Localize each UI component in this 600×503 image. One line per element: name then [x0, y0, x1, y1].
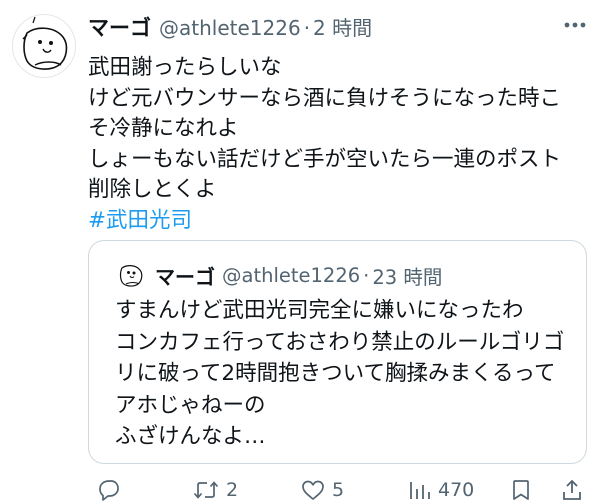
avatar[interactable]	[12, 14, 76, 78]
views-count: 470	[438, 479, 475, 501]
like-count: 5	[332, 479, 345, 501]
tweet-text-line: 武田謝ったらしいな	[88, 55, 282, 80]
separator: ·	[303, 16, 311, 40]
quoted-handle: @athlete1226	[222, 263, 361, 287]
views-button[interactable]: 470	[408, 478, 474, 502]
quoted-text-line: リに破って2時間抱きついて胸揉みまくるって	[115, 361, 556, 386]
tweet-text-line: しょーもない話だけど手が空いたら一連のポスト	[88, 146, 562, 172]
quoted-text-line: ふざけんなよ…	[115, 424, 266, 449]
quoted-text-line: コンカフェ行っておさわり禁止のルールゴリゴ	[115, 329, 565, 355]
hashtag-link[interactable]: #武田光司	[88, 206, 588, 237]
quoted-tweet-text: すまんけど武田光司完全に嫌いになったわ コンカフェ行っておさわり禁止のルールゴリ…	[115, 295, 564, 453]
reply-icon	[99, 480, 119, 501]
repost-button[interactable]: 2	[192, 478, 238, 502]
bookmark-button[interactable]	[510, 478, 532, 502]
quoted-timestamp: 23 時間	[372, 265, 443, 289]
quoted-text-line: アホじゃねーの	[115, 392, 266, 418]
avatar-doodle-icon	[119, 265, 143, 287]
more-icon[interactable]	[564, 22, 586, 28]
views-icon	[410, 482, 430, 499]
action-bar: 2 5 470	[88, 478, 588, 502]
timestamp[interactable]: 2 時間	[313, 12, 372, 41]
quoted-tweet-header: マーゴ @athlete1226 · 23 時間	[115, 259, 442, 291]
tweet-header: マーゴ @athlete1226 · 2 時間	[88, 12, 588, 46]
quoted-separator: ·	[363, 263, 370, 287]
quoted-avatar	[115, 259, 147, 291]
like-button[interactable]: 5	[300, 478, 344, 502]
display-name[interactable]: マーゴ	[88, 12, 151, 42]
tweet-text: 武田謝ったらしいな けど元バウンサーなら酒に負けそうになった時こ そ冷静になれよ…	[88, 53, 588, 236]
handle[interactable]: @athlete1226	[159, 16, 301, 40]
share-button[interactable]	[560, 478, 584, 502]
bookmark-icon	[513, 480, 529, 500]
quoted-text-line: すまんけど武田光司完全に嫌いになったわ	[115, 298, 524, 323]
avatar-doodle-icon	[22, 16, 68, 70]
repost-count: 2	[226, 479, 239, 501]
tweet-body: マーゴ @athlete1226 · 2 時間 武田謝ったらしいな けど元バウン…	[88, 12, 588, 236]
tweet-text-line: 削除しとくよ	[88, 177, 217, 202]
repost-icon	[193, 481, 219, 499]
tweet-text-line: そ冷静になれよ	[88, 116, 239, 141]
share-icon	[563, 479, 581, 500]
quoted-tweet-card[interactable]: マーゴ @athlete1226 · 23 時間 すまんけど武田光司完全に嫌いに…	[88, 240, 587, 464]
quoted-display-name: マーゴ	[155, 264, 215, 289]
reply-button[interactable]	[96, 478, 128, 502]
like-icon	[302, 480, 324, 500]
tweet-text-line: けど元バウンサーなら酒に負けそうになった時こ	[88, 85, 562, 111]
